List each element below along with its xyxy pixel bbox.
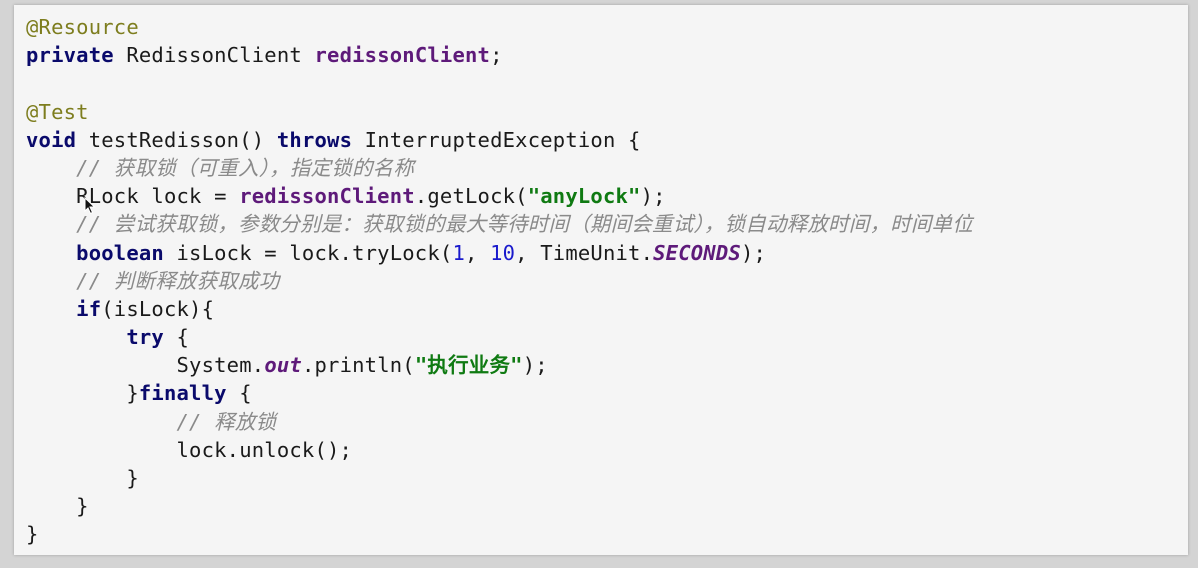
code-line-12: try { xyxy=(26,323,1188,351)
line-end: ); xyxy=(740,240,767,265)
code-line-13: System.out.println("执行业务"); xyxy=(26,351,1188,379)
keyword-void: void xyxy=(26,127,77,152)
close-brace: } xyxy=(76,494,89,519)
if-condition: (isLock){ xyxy=(101,296,215,321)
close-brace: } xyxy=(126,466,139,490)
close-brace: } xyxy=(26,522,39,547)
number-lease-time: 10 xyxy=(490,240,516,265)
code-line-16: lock.unlock(); xyxy=(26,436,1188,464)
close-brace: } xyxy=(126,381,139,406)
keyword-private: private xyxy=(26,43,114,68)
constant-seconds: SECONDS xyxy=(653,240,741,265)
type-name: RedissonClient xyxy=(113,43,315,68)
code-line-14: }finally { xyxy=(26,379,1188,407)
code-line-8: // 尝试获取锁，参数分别是：获取锁的最大等待时间（期间会重试），锁自动释放时间… xyxy=(26,210,1188,238)
line-end: ); xyxy=(640,184,666,209)
code-line-11: if(isLock){ xyxy=(26,295,1188,323)
number-wait-time: 1 xyxy=(452,240,465,265)
keyword-boolean: boolean xyxy=(76,240,164,265)
comment-get-lock: // 获取锁（可重入），指定锁的名称 xyxy=(76,155,415,180)
keyword-if: if xyxy=(76,296,102,321)
get-lock-call: .getLock( xyxy=(414,184,528,209)
keyword-try: try xyxy=(126,325,164,350)
comment-check-success: // 判断释放获取成功 xyxy=(76,268,280,293)
line-end: ; xyxy=(490,43,503,68)
line-end: ); xyxy=(522,353,548,378)
code-line-9: boolean isLock = lock.tryLock(1, 10, Tim… xyxy=(26,239,1188,267)
try-lock-call: isLock = lock.tryLock( xyxy=(163,240,453,265)
code-line-5: void testRedisson() throws InterruptedEx… xyxy=(26,126,1188,154)
separator: , xyxy=(464,240,491,265)
keyword-finally: finally xyxy=(138,381,227,406)
method-signature: testRedisson() xyxy=(76,127,277,152)
code-line-17: } xyxy=(26,464,1188,492)
code-panel: @Resource private RedissonClient redisso… xyxy=(14,5,1188,555)
open-brace: { xyxy=(226,381,252,406)
string-any-lock: "anyLock" xyxy=(527,184,641,209)
keyword-throws: throws xyxy=(276,127,353,152)
code-line-15: // 释放锁 xyxy=(26,408,1188,436)
field-redisson-client: redissonClient xyxy=(314,43,491,68)
string-business: "执行业务" xyxy=(414,353,523,378)
time-unit-ref: , TimeUnit. xyxy=(515,240,654,265)
rlock-declaration: RLock lock = xyxy=(76,184,240,209)
system-ref: System. xyxy=(176,353,265,378)
comment-try-lock-params: // 尝试获取锁，参数分别是：获取锁的最大等待时间（期间会重试），锁自动释放时间… xyxy=(76,212,973,237)
code-block: @Resource private RedissonClient redisso… xyxy=(26,13,1188,549)
annotation-resource: @Resource xyxy=(26,15,139,39)
println-call: .println( xyxy=(301,353,415,378)
code-line-19: } xyxy=(26,520,1188,548)
static-field-out: out xyxy=(264,353,302,378)
code-line-1: @Resource xyxy=(26,13,1188,41)
unlock-call: lock.unlock(); xyxy=(176,437,353,462)
mouse-pointer-icon xyxy=(84,197,96,215)
code-line-18: } xyxy=(26,492,1188,520)
comment-release-lock: // 释放锁 xyxy=(176,409,277,434)
code-line-10: // 判断释放获取成功 xyxy=(26,267,1188,295)
exception-type: InterruptedException { xyxy=(352,127,641,152)
open-brace: { xyxy=(163,325,190,350)
code-line-2: private RedissonClient redissonClient; xyxy=(26,41,1188,69)
field-redisson-client-ref: redissonClient xyxy=(239,184,415,209)
code-line-4: @Test xyxy=(26,98,1188,126)
code-line-7: RLock lock = redissonClient.getLock("any… xyxy=(26,182,1188,210)
annotation-test: @Test xyxy=(26,99,89,124)
code-line-6: // 获取锁（可重入），指定锁的名称 xyxy=(26,154,1188,182)
